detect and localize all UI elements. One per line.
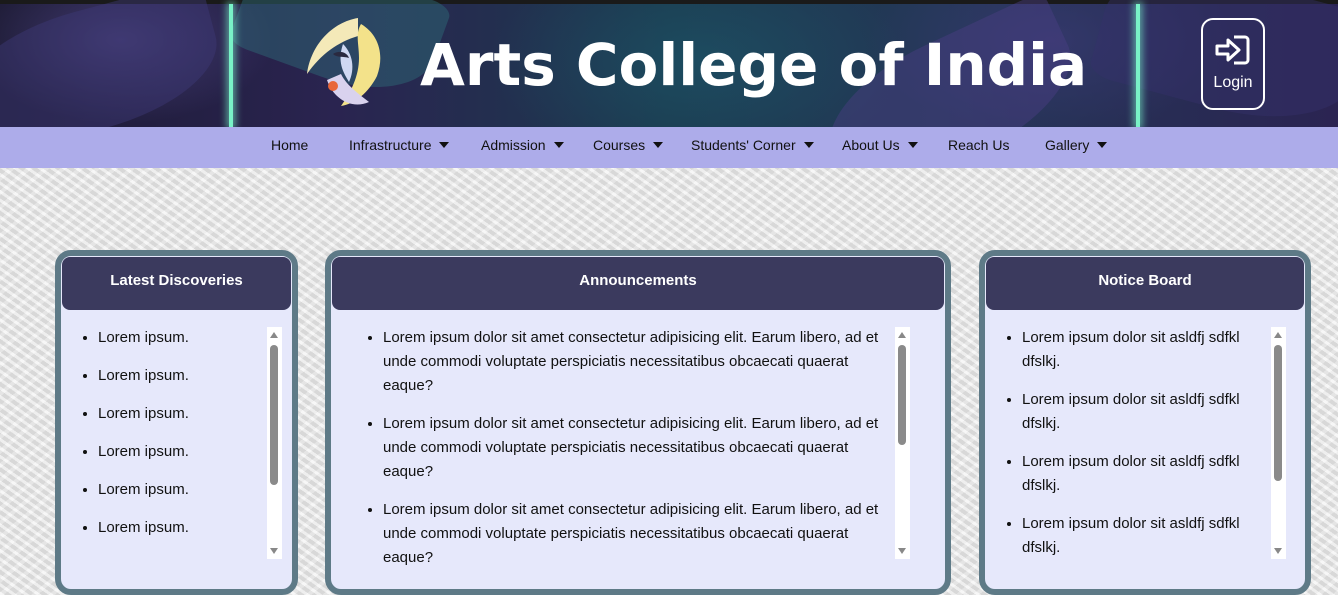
- neon-line: [1136, 4, 1140, 127]
- scrollbar-thumb[interactable]: [270, 345, 278, 485]
- nav-admission[interactable]: Admission: [481, 127, 564, 168]
- list-item: Lorem ipsum.: [98, 478, 264, 502]
- list-item: Lorem ipsum dolor sit asldfj sdfkl dfslk…: [1022, 512, 1265, 560]
- nav-reach-us-label: Reach Us: [948, 137, 1010, 153]
- nav-infrastructure-label: Infrastructure: [349, 137, 432, 153]
- notices-list: Lorem ipsum dolor sit asldfj sdfkl dfslk…: [985, 326, 1265, 560]
- scrollbar-thumb[interactable]: [1274, 345, 1282, 481]
- scroll-up-icon[interactable]: [1274, 332, 1282, 338]
- nav-students-corner-label: Students' Corner: [691, 137, 796, 153]
- site-title: Arts College of India: [420, 31, 1088, 99]
- scroll-up-icon[interactable]: [270, 332, 278, 338]
- sign-in-icon: [1215, 35, 1250, 65]
- notices-list-scroll[interactable]: Lorem ipsum dolor sit asldfj sdfkl dfslk…: [985, 326, 1265, 565]
- nav-home-label: Home: [271, 137, 309, 153]
- list-item: Lorem ipsum dolor sit amet consectetur a…: [383, 412, 885, 484]
- list-item: Lorem ipsum.: [98, 364, 264, 388]
- list-item: Lorem ipsum dolor sit asldfj sdfkl dfslk…: [1022, 326, 1265, 374]
- login-button[interactable]: Login: [1201, 18, 1265, 110]
- panel-body: Lorem ipsum dolor sit amet consectetur a…: [331, 310, 945, 589]
- scrollbar[interactable]: [1271, 327, 1286, 559]
- scroll-down-icon[interactable]: [1274, 548, 1282, 554]
- discoveries-list: Lorem ipsum. Lorem ipsum. Lorem ipsum. L…: [61, 326, 264, 540]
- list-item: Lorem ipsum.: [98, 440, 264, 464]
- list-item: Lorem ipsum dolor sit asldfj sdfkl dfslk…: [1022, 450, 1265, 498]
- announcements-list: Lorem ipsum dolor sit amet consectetur a…: [331, 326, 885, 565]
- caret-down-icon: [439, 142, 450, 149]
- panel-title: Latest Discoveries: [62, 257, 291, 310]
- nav-about-us[interactable]: About Us: [842, 127, 918, 168]
- caret-down-icon: [553, 142, 564, 149]
- scroll-down-icon[interactable]: [270, 548, 278, 554]
- scrollbar[interactable]: [267, 327, 282, 559]
- list-item: Lorem ipsum.: [98, 516, 264, 540]
- caret-down-icon: [1097, 142, 1108, 149]
- list-item: Lorem ipsum.: [98, 326, 264, 350]
- scroll-down-icon[interactable]: [898, 548, 906, 554]
- nav-courses[interactable]: Courses: [593, 127, 664, 168]
- neon-line: [229, 4, 233, 127]
- latest-discoveries-panel: Latest Discoveries Lorem ipsum. Lorem ip…: [55, 250, 298, 595]
- list-item: Lorem ipsum dolor sit asldfj sdfkl dfslk…: [1022, 388, 1265, 436]
- caret-down-icon: [653, 142, 664, 149]
- nav-gallery[interactable]: Gallery: [1045, 127, 1108, 168]
- nav-admission-label: Admission: [481, 137, 546, 153]
- nav-reach-us[interactable]: Reach Us: [948, 127, 1009, 168]
- panel-body: Lorem ipsum. Lorem ipsum. Lorem ipsum. L…: [61, 310, 292, 589]
- nav-gallery-label: Gallery: [1045, 137, 1090, 153]
- scrollbar[interactable]: [895, 327, 910, 559]
- nav-courses-label: Courses: [593, 137, 646, 153]
- panel-title: Notice Board: [986, 257, 1304, 310]
- nav-about-us-label: About Us: [842, 137, 900, 153]
- site-header: Arts College of India Login: [0, 0, 1338, 127]
- login-label: Login: [1213, 74, 1253, 91]
- nav-infrastructure[interactable]: Infrastructure: [349, 127, 450, 168]
- panel-title: Announcements: [332, 257, 944, 310]
- caret-down-icon: [907, 142, 918, 149]
- main-nav: Home Infrastructure Admission Courses St…: [0, 127, 1338, 168]
- panel-body: Lorem ipsum dolor sit asldfj sdfkl dfslk…: [985, 310, 1305, 589]
- announcements-list-scroll[interactable]: Lorem ipsum dolor sit amet consectetur a…: [331, 326, 885, 565]
- scrollbar-thumb[interactable]: [898, 345, 906, 445]
- announcements-panel: Announcements Lorem ipsum dolor sit amet…: [325, 250, 951, 595]
- nav-home[interactable]: Home: [271, 127, 308, 168]
- list-item: Lorem ipsum dolor sit amet consectetur a…: [383, 326, 885, 398]
- list-item: Lorem ipsum dolor sit amet consectetur a…: [383, 498, 885, 565]
- scroll-up-icon[interactable]: [898, 332, 906, 338]
- discoveries-list-scroll[interactable]: Lorem ipsum. Lorem ipsum. Lorem ipsum. L…: [61, 326, 264, 565]
- caret-down-icon: [803, 142, 814, 149]
- header-decor: [0, 0, 232, 127]
- nav-students-corner[interactable]: Students' Corner: [691, 127, 814, 168]
- college-logo: [307, 18, 381, 106]
- notice-board-panel: Notice Board Lorem ipsum dolor sit asldf…: [979, 250, 1311, 595]
- list-item: Lorem ipsum.: [98, 402, 264, 426]
